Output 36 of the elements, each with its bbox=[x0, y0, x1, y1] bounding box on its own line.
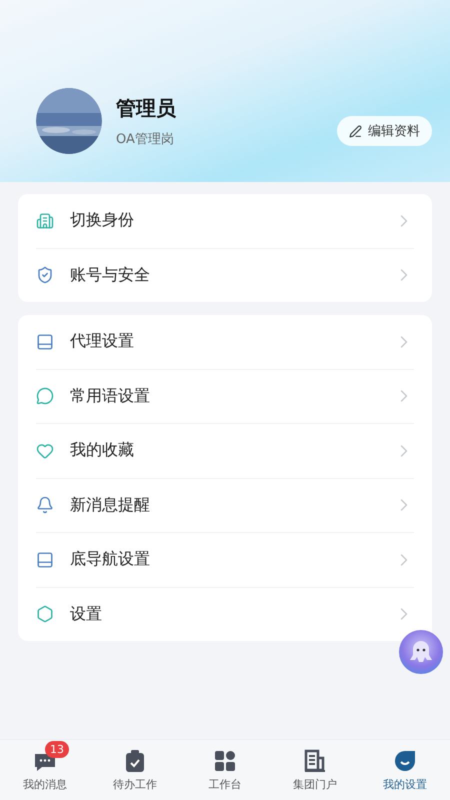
smile-drop-icon bbox=[393, 748, 417, 772]
shield-icon bbox=[36, 266, 54, 284]
panel-icon bbox=[36, 332, 54, 351]
panel-icon bbox=[36, 550, 54, 569]
heart-icon bbox=[36, 442, 54, 460]
menu-item[interactable]: 常用语设置 bbox=[70, 386, 378, 407]
menu-item[interactable]: 底导航设置 bbox=[70, 549, 378, 570]
menu-item[interactable]: 代理设置 bbox=[70, 331, 378, 352]
tab-label: 待办工作 bbox=[113, 776, 157, 792]
menu-item[interactable]: 账号与安全 bbox=[70, 264, 378, 286]
menu-item[interactable]: 新消息提醒 bbox=[70, 494, 378, 516]
tab[interactable]: 集团门户 bbox=[270, 740, 360, 800]
tab-label: 工作台 bbox=[208, 776, 242, 792]
tab-label: 集团门户 bbox=[293, 776, 337, 792]
tab-label: 我的设置 bbox=[383, 776, 427, 792]
clipboard-icon bbox=[123, 748, 147, 772]
tab[interactable]: 我的设置 bbox=[360, 740, 450, 800]
user-role: OA管理岗 bbox=[116, 130, 175, 148]
chat-icon bbox=[36, 387, 54, 406]
building-icon bbox=[303, 748, 327, 772]
bell-icon bbox=[36, 496, 54, 514]
grid-icon bbox=[213, 748, 237, 772]
tab[interactable]: 待办工作 bbox=[90, 740, 180, 800]
menu-item[interactable]: 我的收藏 bbox=[70, 440, 378, 462]
tab[interactable]: 13 我的消息 bbox=[0, 740, 90, 800]
menu-item[interactable]: 切换身份 bbox=[70, 210, 378, 232]
assistant-button[interactable] bbox=[399, 630, 443, 674]
building-icon bbox=[36, 212, 54, 230]
user-name: 管理员 bbox=[116, 94, 177, 122]
tab[interactable]: 工作台 bbox=[180, 740, 270, 800]
unread-badge: 13 bbox=[45, 740, 69, 758]
menu-item[interactable]: 设置 bbox=[70, 604, 378, 625]
tab-label: 我的消息 bbox=[23, 776, 67, 792]
edit-icon bbox=[349, 124, 362, 138]
settings-icon bbox=[36, 605, 54, 624]
edit-profile-button[interactable]: 编辑资料 bbox=[337, 116, 432, 146]
